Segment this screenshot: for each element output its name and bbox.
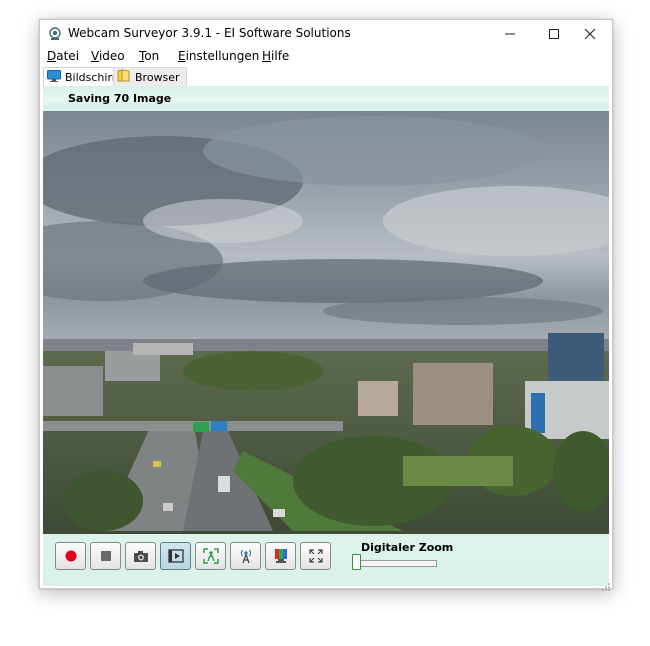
playback-button[interactable] xyxy=(160,542,191,570)
broadcast-icon xyxy=(240,549,251,564)
folder-icon xyxy=(117,69,131,85)
zoom-slider-track[interactable] xyxy=(357,560,437,567)
menu-bar: Datei Video Ton Einstellungen Hilfe xyxy=(40,48,612,66)
window-title: Webcam Surveyor 3.9.1 - EI Software Solu… xyxy=(68,26,351,40)
webcam-app-icon xyxy=(48,26,62,40)
tab-browser[interactable]: Browser xyxy=(113,67,187,87)
resize-grip[interactable] xyxy=(601,577,611,591)
title-bar[interactable]: Webcam Surveyor 3.9.1 - EI Software Solu… xyxy=(40,20,612,47)
record-button[interactable] xyxy=(55,542,86,570)
menu-einstellungen[interactable]: Einstellungen xyxy=(178,49,259,63)
menu-datei[interactable]: Datei xyxy=(47,49,79,63)
zoom-slider-thumb[interactable] xyxy=(352,554,361,570)
tab-bar: Bildschirm Browser xyxy=(40,66,612,87)
fullscreen-button[interactable] xyxy=(300,542,331,570)
camera-icon xyxy=(133,550,148,562)
stop-icon xyxy=(100,551,111,561)
color-settings-button[interactable] xyxy=(265,542,296,570)
broadcast-button[interactable] xyxy=(230,542,261,570)
menu-ton[interactable]: Ton xyxy=(139,49,159,63)
menu-hilfe[interactable]: Hilfe xyxy=(262,49,289,63)
status-bar: Saving 70 Image xyxy=(43,86,609,109)
status-text: Saving 70 Image xyxy=(68,92,172,105)
maximize-icon xyxy=(549,28,559,39)
color-icon xyxy=(274,549,287,563)
snapshot-button[interactable] xyxy=(125,542,156,570)
zoom-label: Digitaler Zoom xyxy=(361,541,454,554)
control-toolbar: Digitaler Zoom xyxy=(43,536,609,586)
fullscreen-icon xyxy=(308,549,323,563)
app-window: Webcam Surveyor 3.9.1 - EI Software Solu… xyxy=(39,19,613,591)
stop-button[interactable] xyxy=(90,542,121,570)
motion-detect-button[interactable] xyxy=(195,542,226,570)
close-icon xyxy=(584,28,596,39)
playback-icon xyxy=(167,549,184,563)
webcam-video-feed[interactable] xyxy=(43,111,609,534)
minimize-button[interactable] xyxy=(488,20,532,47)
close-button[interactable] xyxy=(568,20,612,47)
screen-panel: Saving 70 Image Digitaler Zoom xyxy=(43,86,609,586)
monitor-icon xyxy=(47,69,61,85)
tab-label-browser: Browser xyxy=(135,70,180,84)
record-icon xyxy=(65,550,76,562)
motion-detect-icon xyxy=(202,548,219,564)
menu-video[interactable]: Video xyxy=(91,49,125,63)
minimize-icon xyxy=(505,33,515,34)
